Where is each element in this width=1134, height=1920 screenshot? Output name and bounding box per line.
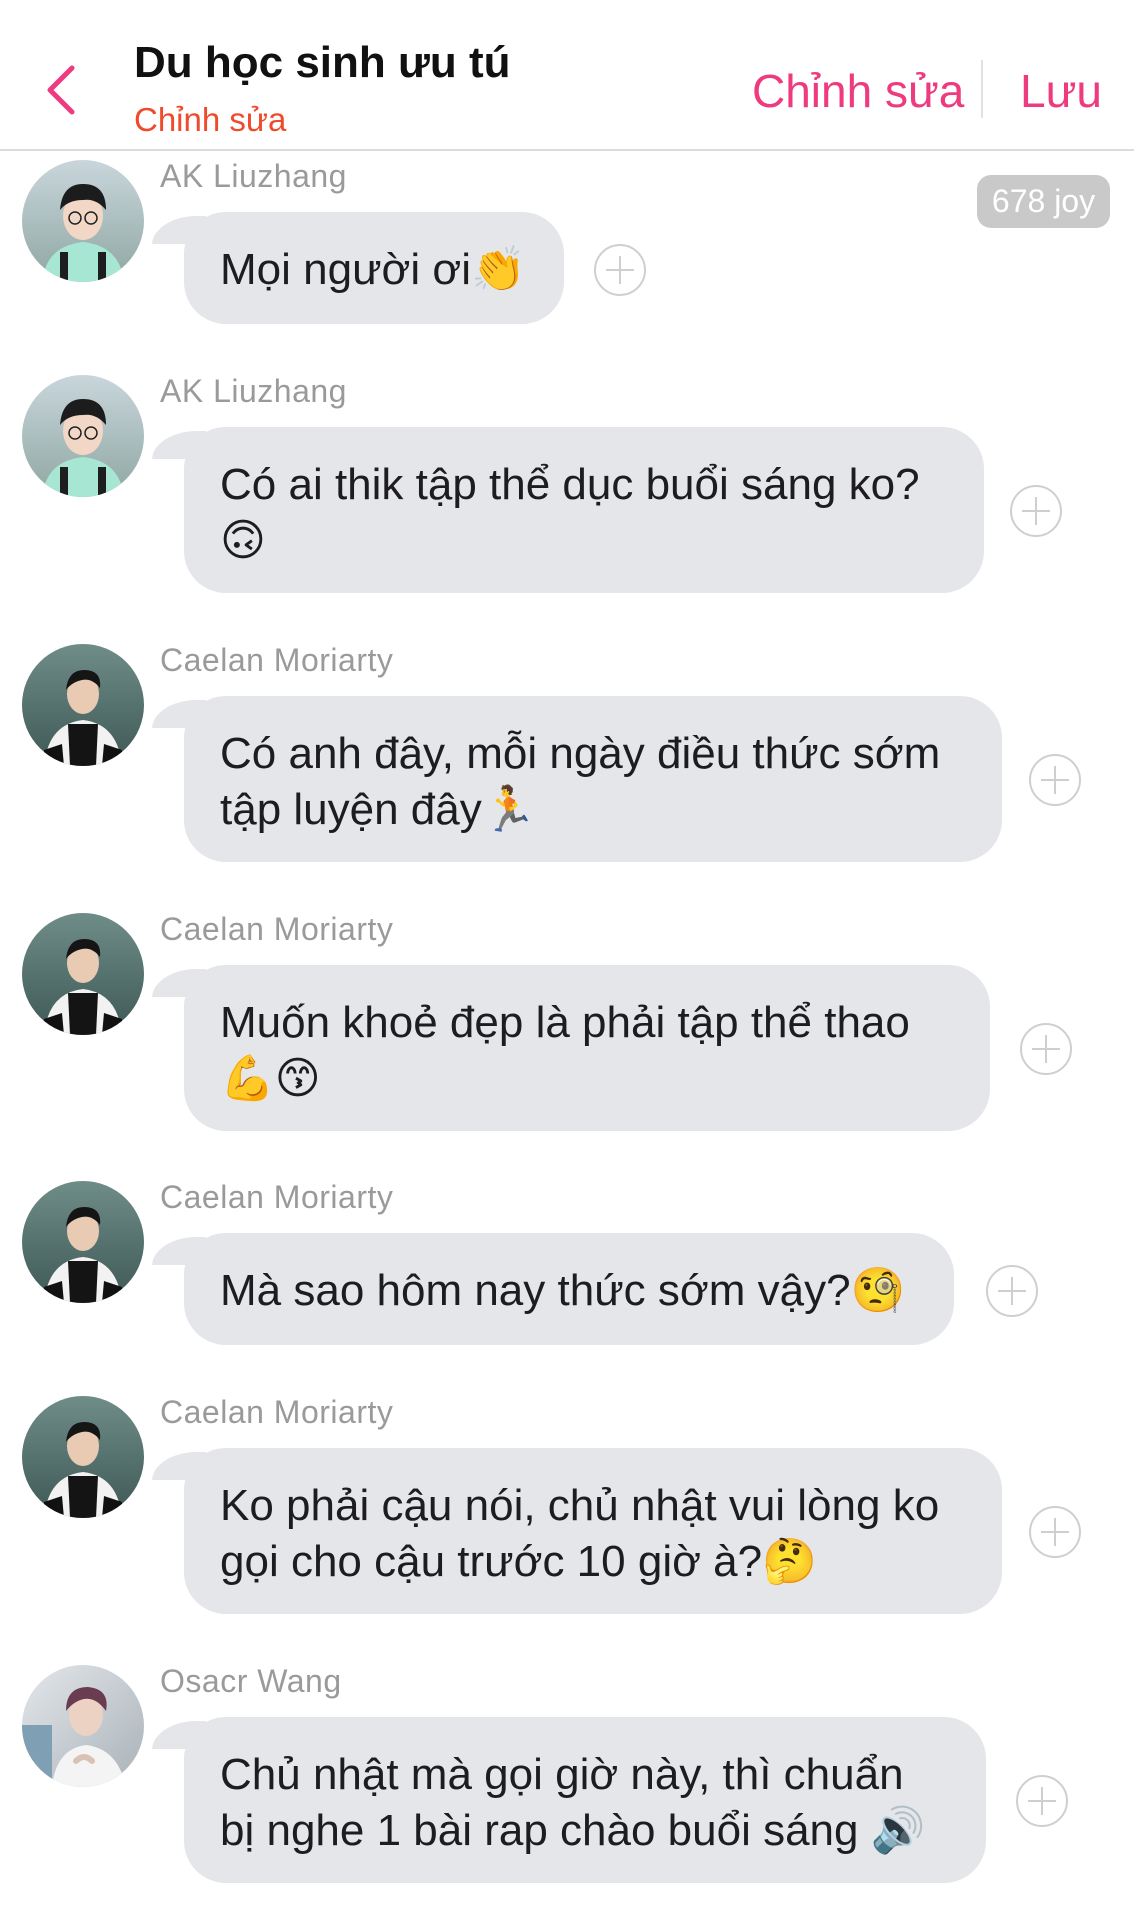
sender-name: Caelan Moriarty [160,1394,394,1430]
add-reaction-plus-icon[interactable] [1029,754,1081,806]
joy-count-badge: 678 joy [977,175,1110,228]
caelan-moriarty-avatar[interactable] [22,1396,144,1518]
add-reaction-plus-icon[interactable] [594,244,646,296]
edit-button[interactable]: Chỉnh sửa [752,64,964,118]
add-reaction-plus-icon[interactable] [986,1265,1038,1317]
add-reaction-plus-icon[interactable] [1029,1506,1081,1558]
message-text: Có anh đây, mỗi ngày điều thức sớm tập l… [220,729,941,834]
message-text: Có ai thik tập thể dục buổi sáng ko? 🙃 [220,460,920,565]
message-text: Mà sao hôm nay thức sớm vậy?🧐 [220,1266,906,1315]
message-bubble[interactable]: Mọi người ơi👏 [184,212,564,324]
add-reaction-plus-icon[interactable] [1020,1023,1072,1075]
message-text: Chủ nhật mà gọi giờ này, thì chuẩn bị ng… [220,1750,926,1855]
add-reaction-plus-icon[interactable] [1016,1775,1068,1827]
message-bubble[interactable]: Ko phải cậu nói, chủ nhật vui lòng ko gọ… [184,1448,1002,1614]
message-bubble[interactable]: Có ai thik tập thể dục buổi sáng ko? 🙃 [184,427,984,593]
sender-name: Caelan Moriarty [160,911,394,947]
message-text: Ko phải cậu nói, chủ nhật vui lòng ko gọ… [220,1481,940,1586]
message-bubble[interactable]: Mà sao hôm nay thức sớm vậy?🧐 [184,1233,954,1345]
back-chevron-icon[interactable] [38,60,82,120]
ak-liuzhang-avatar[interactable] [22,160,144,282]
sender-name: Caelan Moriarty [160,642,394,678]
chat-header: Du học sinh ưu tú Chỉnh sửa Chỉnh sửa Lư… [0,0,1134,151]
header-divider [981,60,983,118]
sender-name: AK Liuzhang [160,158,347,194]
message-bubble[interactable]: Muốn khoẻ đẹp là phải tập thể thao 💪😙 [184,965,990,1131]
caelan-moriarty-avatar[interactable] [22,1181,144,1303]
save-button[interactable]: Lưu [1020,64,1102,118]
chat-subtitle: Chỉnh sửa [134,101,287,138]
sender-name: Caelan Moriarty [160,1179,394,1215]
message-text: Mọi người ơi👏 [220,245,526,294]
osacr-wang-avatar[interactable] [22,1665,144,1787]
message-bubble[interactable]: Chủ nhật mà gọi giờ này, thì chuẩn bị ng… [184,1717,986,1883]
message-bubble[interactable]: Có anh đây, mỗi ngày điều thức sớm tập l… [184,696,1002,862]
message-text: Muốn khoẻ đẹp là phải tập thể thao 💪😙 [220,998,910,1103]
chat-title: Du học sinh ưu tú [134,38,511,87]
caelan-moriarty-avatar[interactable] [22,913,144,1035]
caelan-moriarty-avatar[interactable] [22,644,144,766]
sender-name: AK Liuzhang [160,373,347,409]
add-reaction-plus-icon[interactable] [1010,485,1062,537]
ak-liuzhang-avatar[interactable] [22,375,144,497]
sender-name: Osacr Wang [160,1663,342,1699]
